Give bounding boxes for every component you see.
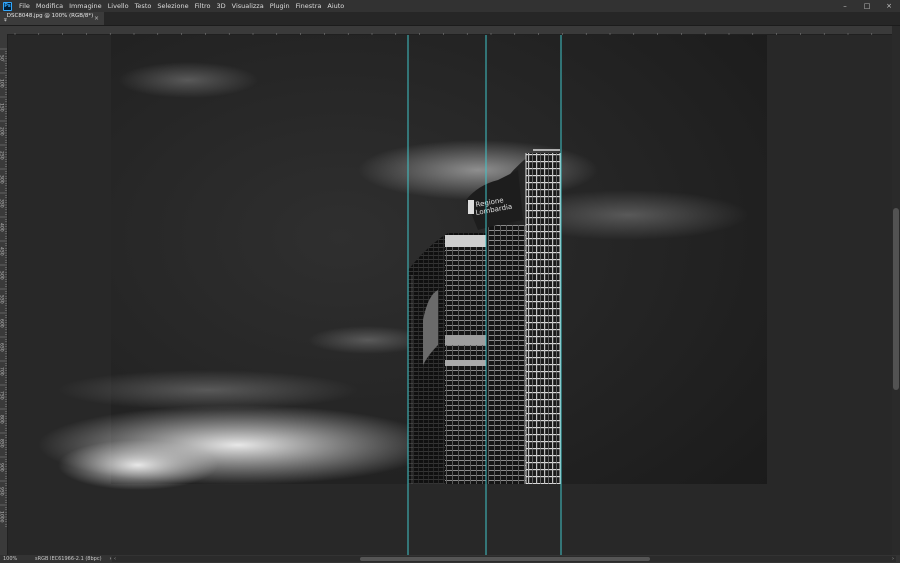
- document-tab[interactable]: _DSC8048.jpg @ 100% (RGB/8*) * ×: [0, 12, 104, 25]
- ruler-label: 900: [0, 463, 5, 472]
- ruler-label: 950: [0, 487, 5, 496]
- minimize-icon[interactable]: –: [834, 0, 856, 12]
- ruler-label: 700: [0, 367, 5, 376]
- ruler-label: 750: [0, 391, 5, 400]
- horizontal-ruler[interactable]: 2502001501005005010015020025030035040045…: [7, 26, 900, 41]
- maximize-icon[interactable]: □: [856, 0, 878, 12]
- zoom-level[interactable]: 100%: [0, 556, 35, 562]
- ruler-label: 850: [0, 439, 5, 448]
- ruler-label: 600: [0, 319, 5, 328]
- photo: Regione Lombardia: [38, 35, 767, 490]
- document-tab-title: _DSC8048.jpg @ 100% (RGB/8*) *: [4, 12, 94, 25]
- menu-visualizza[interactable]: Visualizza: [229, 2, 267, 10]
- scroll-left-icon[interactable]: ‹: [114, 556, 116, 562]
- menu-3d[interactable]: 3D: [214, 2, 229, 10]
- ruler-label: 100: [0, 79, 5, 88]
- vertical-scrollbar[interactable]: [892, 26, 900, 555]
- menu-immagine[interactable]: Immagine: [66, 2, 105, 10]
- photoshop-logo-icon[interactable]: Ps: [3, 1, 12, 11]
- menu-plugin[interactable]: Plugin: [267, 2, 293, 10]
- ruler-label: 50: [0, 55, 5, 61]
- ruler-label: 250: [0, 151, 5, 160]
- ruler-label: 400: [0, 223, 5, 232]
- close-icon[interactable]: ×: [878, 0, 900, 12]
- vertical-ruler-ticks: 50 100 150 200 250 300 350 400 450 500 550 600 650 70…: [0, 48, 7, 527]
- menu-livello[interactable]: Livello: [105, 2, 132, 10]
- horizontal-scrollbar-thumb[interactable]: [360, 557, 650, 561]
- ruler-corner[interactable]: [0, 26, 7, 34]
- ruler-label: 500: [0, 271, 5, 280]
- status-bar: 100% sRGB IEC61966-2.1 (8bpc) › ‹ ›: [0, 555, 900, 563]
- vertical-ruler[interactable]: 50 100 150 200 250 300 350 400 450 500 550 600 650 70…: [0, 34, 8, 555]
- menu-modifica[interactable]: Modifica: [33, 2, 66, 10]
- scroll-right-icon[interactable]: ›: [892, 556, 894, 562]
- menu-finestra[interactable]: Finestra: [293, 2, 325, 10]
- menu-aiuto[interactable]: Aiuto: [324, 2, 347, 10]
- vertical-scrollbar-thumb[interactable]: [893, 208, 899, 390]
- ruler-label: 450: [0, 247, 5, 256]
- document-image[interactable]: Regione Lombardia: [8, 35, 892, 555]
- menu-file[interactable]: File: [16, 2, 33, 10]
- ruler-label: 200: [0, 127, 5, 136]
- color-profile: sRGB IEC61966-2.1 (8bpc): [35, 556, 102, 562]
- ruler-label: 800: [0, 415, 5, 424]
- ruler-label: 650: [0, 343, 5, 352]
- tab-close-icon[interactable]: ×: [94, 15, 99, 22]
- document-tab-bar: _DSC8048.jpg @ 100% (RGB/8*) * ×: [0, 12, 900, 26]
- canvas-area[interactable]: Regione Lombardia: [8, 35, 892, 555]
- ruler-label: 150: [0, 103, 5, 112]
- menu-filtro[interactable]: Filtro: [192, 2, 214, 10]
- menu-selezione[interactable]: Selezione: [154, 2, 191, 10]
- menu-testo[interactable]: Testo: [132, 2, 155, 10]
- ruler-label: 550: [0, 295, 5, 304]
- horizontal-scrollbar[interactable]: ‹ ›: [112, 556, 896, 562]
- ruler-label: 300: [0, 175, 5, 184]
- ruler-label: 350: [0, 199, 5, 208]
- menu-bar: Ps File Modifica Immagine Livello Testo …: [0, 0, 900, 12]
- window-controls: – □ ×: [834, 0, 900, 12]
